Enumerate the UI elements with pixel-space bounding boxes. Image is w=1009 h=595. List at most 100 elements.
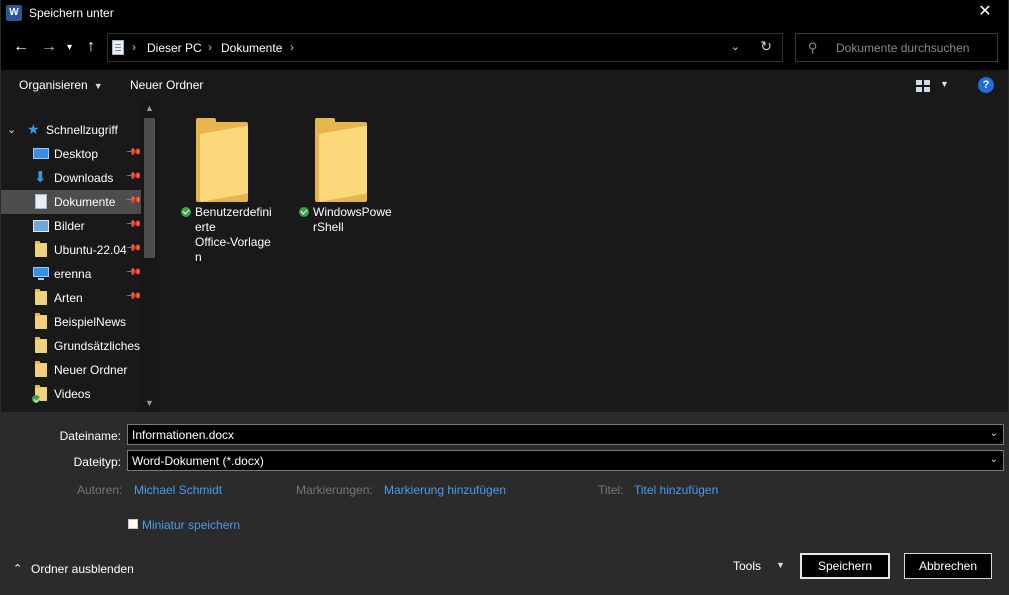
folder-item[interactable]: WindowsPowe rShell — [293, 110, 393, 240]
pin-icon: 📌 — [124, 288, 142, 305]
sidebar-item-desktop[interactable]: Desktop 📌 — [1, 142, 142, 166]
sidebar-item-label: Arten — [54, 291, 83, 305]
folder-name: WindowsPowe rShell — [313, 205, 395, 235]
document-icon — [33, 194, 49, 209]
sidebar-item-beispielnews[interactable]: BeispielNews — [1, 310, 141, 334]
scroll-up-icon[interactable]: ▲ — [145, 103, 154, 113]
hide-folders-button[interactable]: Ordner ausblenden — [31, 562, 134, 576]
folder-icon — [35, 241, 47, 257]
sidebar-item-ubuntu[interactable]: Ubuntu-22.04 📌 — [1, 238, 142, 262]
word-icon: W — [6, 5, 22, 21]
organize-label: Organisieren — [19, 78, 88, 92]
sidebar-scrollbar[interactable]: ▲ ▼ — [141, 100, 158, 412]
sidebar-item-label: Bilder — [54, 219, 85, 233]
search-input[interactable]: ⚲ Dokumente durchsuchen — [795, 33, 998, 62]
thumbnail-checkbox[interactable] — [128, 519, 138, 529]
folder-icon — [196, 118, 248, 202]
filetype-label: Dateityp: — [73, 455, 121, 469]
sidebar-item-label: Neuer Ordner — [54, 363, 128, 377]
view-options-icon[interactable] — [916, 80, 930, 92]
download-icon: ⬇ — [34, 169, 47, 186]
chevron-up-icon[interactable]: ⌃ — [13, 562, 22, 575]
sidebar-item-label: erenna — [54, 267, 92, 281]
new-folder-button[interactable]: Neuer Ordner — [130, 78, 203, 92]
sidebar-item-label: Videos — [54, 387, 91, 401]
desktop-icon — [33, 146, 49, 161]
sidebar-item-downloads[interactable]: ⬇ Downloads 📌 — [1, 166, 142, 190]
back-arrow-icon[interactable]: ← — [13, 38, 29, 56]
sidebar-item-arten[interactable]: Arten 📌 — [1, 286, 142, 310]
sidebar-item-pictures[interactable]: Bilder 📌 — [1, 214, 142, 238]
expand-chevron-icon[interactable]: ⌄ — [7, 123, 16, 136]
filename-input[interactable]: Informationen.docx ⌄ — [127, 424, 1004, 445]
pin-icon: 📌 — [124, 216, 142, 233]
filetype-value: Word-Dokument (*.docx) — [132, 454, 264, 468]
breadcrumb-this-pc[interactable]: Dieser PC — [147, 41, 202, 55]
forward-arrow-icon[interactable]: → — [41, 38, 57, 56]
breadcrumb-documents[interactable]: Dokumente — [221, 41, 282, 55]
sidebar-item-documents[interactable]: Dokumente 📌 — [1, 190, 142, 214]
sidebar-item-quick-access[interactable]: ⌄ ★ Schnellzugriff — [1, 118, 141, 142]
pin-icon: 📌 — [124, 240, 142, 257]
tools-button[interactable]: Tools — [733, 559, 761, 573]
sync-status-icon — [181, 207, 191, 217]
sidebar-item-neuer-ordner[interactable]: Neuer Ordner — [1, 358, 141, 382]
save-button[interactable]: Speichern — [800, 553, 890, 579]
filename-label: Dateiname: — [59, 429, 121, 443]
chevron-down-icon[interactable]: ⌄ — [990, 454, 998, 465]
sync-status-icon — [32, 395, 40, 403]
folder-name: Benutzerdefini erte Office-Vorlage n — [195, 205, 275, 265]
folder-item[interactable]: Benutzerdefini erte Office-Vorlage n — [174, 110, 272, 270]
scroll-down-icon[interactable]: ▼ — [145, 398, 154, 408]
close-button[interactable]: ✕ — [962, 0, 1008, 26]
pin-icon: 📌 — [124, 144, 142, 161]
chevron-down-icon[interactable]: ⌄ — [990, 428, 998, 439]
folder-icon — [35, 361, 47, 377]
authors-link[interactable]: Michael Schmidt — [134, 483, 222, 497]
breadcrumb-separator[interactable]: › — [290, 40, 294, 54]
help-icon[interactable]: ? — [978, 77, 994, 93]
pictures-icon — [33, 218, 49, 233]
filetype-select[interactable]: Word-Dokument (*.docx) ⌄ — [127, 450, 1004, 471]
sync-status-icon — [299, 207, 309, 217]
sidebar-item-label: Desktop — [54, 147, 99, 161]
sidebar-item-grundsaetzliches[interactable]: Grundsätzliches — [1, 334, 141, 358]
folder-name-line: erte — [195, 220, 216, 234]
view-caret-icon[interactable]: ▼ — [940, 79, 949, 89]
tags-link[interactable]: Markierung hinzufügen — [384, 483, 506, 497]
title-link[interactable]: Titel hinzufügen — [634, 483, 718, 497]
save-as-dialog: W Speichern unter ✕ ← → ▾ ↑ › Dieser PC … — [0, 0, 1009, 595]
sidebar-item-label: BeispielNews — [54, 315, 127, 329]
folder-name-line: WindowsPowe — [313, 205, 392, 219]
address-history-chevron-icon[interactable]: ⌄ — [731, 40, 740, 53]
breadcrumb-separator[interactable]: › — [208, 40, 212, 54]
thumbnail-label[interactable]: Miniatur speichern — [142, 518, 240, 532]
monitor-icon — [33, 266, 49, 281]
organize-button[interactable]: Organisieren ▼ — [19, 78, 103, 92]
folder-icon — [35, 313, 47, 329]
folder-icon — [35, 289, 47, 305]
sidebar-item-label: Dokumente — [54, 195, 116, 209]
address-bar[interactable]: › Dieser PC › Dokumente › ⌄ ↻ — [107, 33, 783, 62]
up-arrow-icon[interactable]: ↑ — [87, 38, 95, 56]
search-placeholder: Dokumente durchsuchen — [836, 41, 970, 55]
documents-icon — [112, 40, 124, 55]
file-list: Benutzerdefini erte Office-Vorlage n Win… — [159, 100, 1008, 412]
cancel-button[interactable]: Abbrechen — [904, 553, 992, 579]
title-bar: W Speichern unter ✕ — [1, 0, 1008, 26]
tools-caret-icon[interactable]: ▼ — [776, 560, 785, 570]
star-icon: ★ — [27, 121, 40, 137]
organize-caret-icon: ▼ — [93, 81, 103, 91]
folder-icon — [35, 337, 47, 353]
folder-name-line: rShell — [313, 220, 344, 234]
folder-name-line: n — [195, 250, 202, 264]
refresh-icon[interactable]: ↻ — [760, 38, 772, 55]
folder-name-line: Office-Vorlage — [195, 235, 271, 249]
command-bar: Organisieren ▼ Neuer Ordner — [1, 70, 1008, 100]
sidebar-item-videos[interactable]: Videos — [1, 382, 141, 406]
sidebar-item-erenna[interactable]: erenna 📌 — [1, 262, 142, 286]
scrollbar-thumb[interactable] — [144, 118, 155, 258]
recent-locations-chevron-icon[interactable]: ▾ — [67, 39, 72, 57]
sidebar-item-label: Downloads — [54, 171, 114, 185]
filename-value[interactable]: Informationen.docx — [132, 428, 234, 442]
